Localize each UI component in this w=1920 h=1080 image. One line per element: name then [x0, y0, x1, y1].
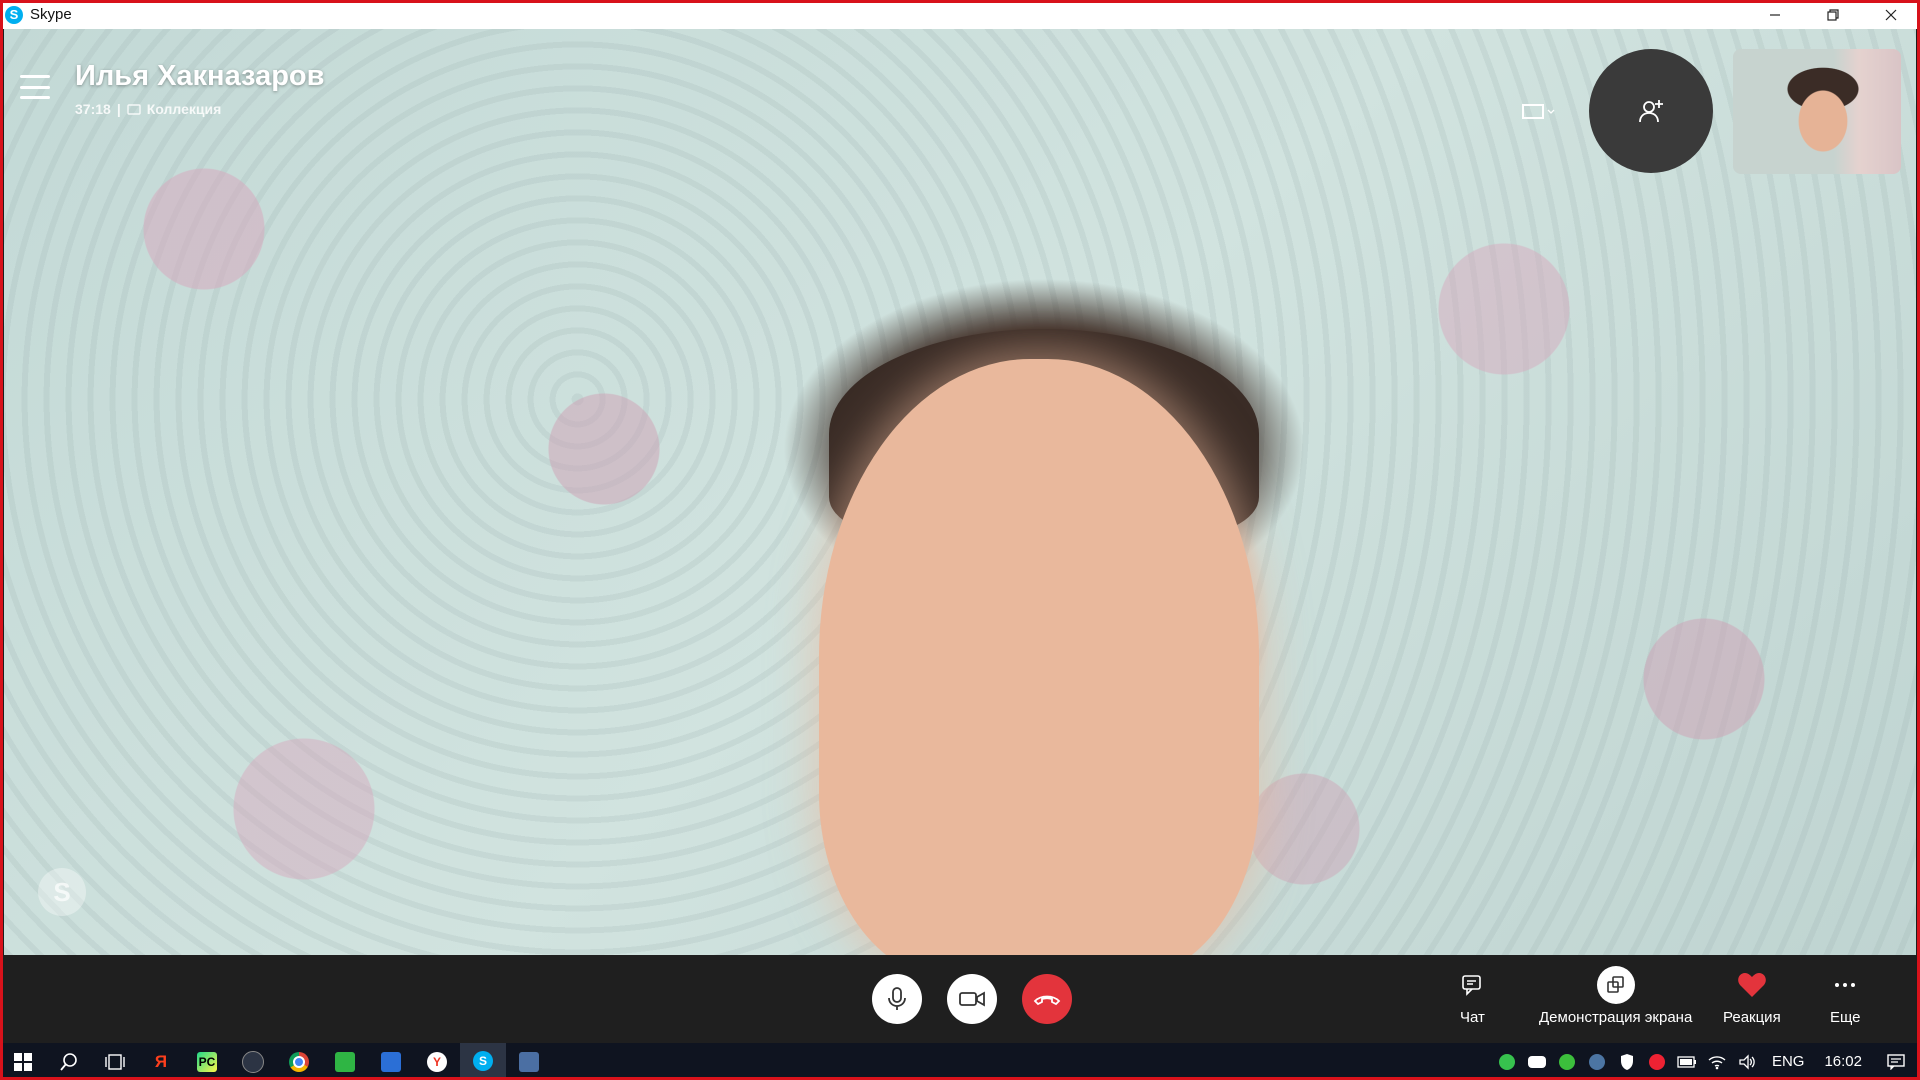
tray-battery[interactable]	[1672, 1043, 1702, 1080]
call-control-bar: Чат Демонстрация экрана Реакция Еще	[4, 955, 1916, 1043]
app-blue-icon	[381, 1051, 401, 1072]
chat-icon	[1462, 975, 1482, 996]
taskbar-yandex-browser[interactable]: Y	[414, 1043, 460, 1080]
gallery-label[interactable]: Коллекция	[147, 101, 222, 117]
windows-taskbar: Я PC Y S ENG 16:02	[0, 1043, 1920, 1080]
search-button[interactable]	[46, 1043, 92, 1080]
hamburger-menu-button[interactable]	[20, 75, 50, 99]
reaction-label: Реакция	[1723, 1009, 1781, 1026]
tray-app-red[interactable]	[1642, 1043, 1672, 1080]
meta-separator: |	[116, 101, 121, 117]
video-camera-icon	[959, 991, 985, 1007]
title-bar: S Skype	[0, 0, 1920, 29]
phone-icon	[1498, 1053, 1515, 1070]
share-label: Демонстрация экрана	[1539, 1009, 1693, 1026]
task-view-button[interactable]	[92, 1043, 138, 1080]
tray-shield[interactable]	[1612, 1043, 1642, 1080]
more-label: Еще	[1830, 1009, 1861, 1026]
chrome-icon	[289, 1051, 309, 1072]
taskbar-app-folder[interactable]	[506, 1043, 552, 1080]
self-video-preview[interactable]	[1733, 49, 1901, 174]
end-call-button[interactable]	[1022, 974, 1072, 1024]
search-icon	[60, 1052, 77, 1071]
chat-label: Чат	[1460, 1009, 1485, 1026]
call-duration: 37:18	[75, 101, 111, 117]
remote-person	[819, 359, 1259, 955]
tray-discord[interactable]	[1522, 1043, 1552, 1080]
camera-button[interactable]	[947, 974, 997, 1024]
more-dots-icon	[1835, 983, 1856, 987]
taskbar-pycharm[interactable]: PC	[184, 1043, 230, 1080]
system-tray: ENG 16:02	[1492, 1043, 1920, 1080]
taskbar-skype[interactable]: S	[460, 1043, 506, 1080]
tray-check[interactable]	[1552, 1043, 1582, 1080]
app-green-icon	[335, 1051, 355, 1072]
tray-vk[interactable]	[1582, 1043, 1612, 1080]
shield-icon	[1620, 1053, 1633, 1070]
windows-start-icon	[14, 1052, 32, 1071]
restore-button[interactable]	[1804, 0, 1862, 29]
check-icon	[1558, 1053, 1575, 1070]
reaction-button[interactable]: Реакция	[1723, 969, 1781, 1026]
tray-phone[interactable]	[1492, 1043, 1522, 1080]
pycharm-icon: PC	[197, 1051, 217, 1072]
taskbar-app[interactable]	[230, 1043, 276, 1080]
taskbar-app-green[interactable]	[322, 1043, 368, 1080]
microphone-button[interactable]	[872, 974, 922, 1024]
call-meta: 37:18 | Коллекция	[75, 101, 221, 117]
skype-logo-icon: S	[5, 5, 23, 24]
contact-name: Илья Хакназаров	[75, 60, 325, 92]
taskbar-app-blue[interactable]	[368, 1043, 414, 1080]
app-red-icon	[1648, 1053, 1665, 1070]
app-icon	[242, 1050, 264, 1073]
wifi-icon	[1708, 1055, 1726, 1069]
window-title: Skype	[30, 6, 72, 23]
notification-icon	[1887, 1053, 1905, 1070]
chat-button[interactable]: Чат	[1460, 969, 1485, 1026]
microphone-icon	[888, 987, 906, 1010]
battery-icon	[1677, 1055, 1696, 1068]
close-button[interactable]	[1862, 0, 1920, 29]
volume-icon	[1739, 1053, 1755, 1070]
fit-screen-icon	[1522, 104, 1555, 119]
action-center-button[interactable]	[1872, 1043, 1920, 1080]
skype-icon: S	[473, 1050, 493, 1071]
clock[interactable]: 16:02	[1814, 1053, 1872, 1070]
gallery-icon	[127, 104, 141, 115]
add-participant-button[interactable]	[1589, 49, 1713, 173]
fit-screen-button[interactable]	[1515, 97, 1559, 125]
heart-icon	[1738, 973, 1766, 997]
tray-volume[interactable]	[1732, 1043, 1762, 1080]
input-language[interactable]: ENG	[1762, 1053, 1815, 1070]
taskbar-chrome[interactable]	[276, 1043, 322, 1080]
discord-icon	[1527, 1055, 1546, 1068]
tray-wifi[interactable]	[1702, 1043, 1732, 1080]
task-view-icon	[105, 1053, 125, 1070]
minimize-icon	[1770, 13, 1780, 16]
restore-icon	[1827, 8, 1839, 21]
windows-start-button[interactable]	[0, 1043, 46, 1080]
share-screen-icon	[1596, 966, 1635, 1004]
more-button[interactable]: Еще	[1830, 969, 1861, 1026]
yandex-icon: Я	[154, 1051, 168, 1071]
add-person-icon	[1639, 100, 1663, 123]
close-icon	[1885, 9, 1897, 20]
share-screen-button[interactable]: Демонстрация экрана	[1539, 966, 1693, 1026]
hang-up-icon	[1033, 995, 1061, 1006]
minimize-button[interactable]	[1746, 0, 1804, 29]
skype-watermark-icon: S	[38, 868, 86, 916]
vk-icon	[1588, 1053, 1605, 1070]
taskbar-yandex[interactable]: Я	[138, 1043, 184, 1080]
app-folder-icon	[519, 1051, 539, 1072]
yandex-browser-icon: Y	[427, 1051, 447, 1072]
